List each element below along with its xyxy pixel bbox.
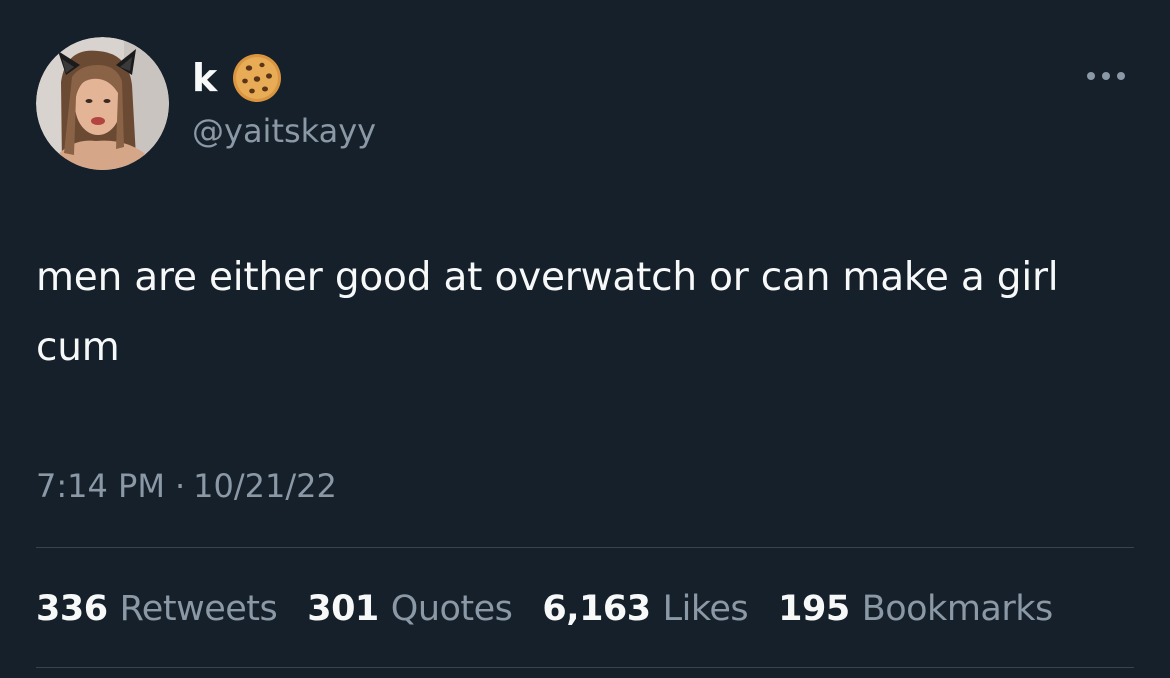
bookmarks-stat[interactable]: 195 Bookmarks xyxy=(778,584,1053,634)
profile-photo xyxy=(36,37,169,170)
bookmarks-label: Bookmarks xyxy=(861,589,1054,629)
quotes-count: 301 xyxy=(307,589,379,629)
retweets-stat[interactable]: 336 Retweets xyxy=(36,584,278,634)
more-horizontal-icon xyxy=(1087,72,1125,80)
bookmarks-count: 195 xyxy=(778,589,850,629)
timestamp-separator: · xyxy=(174,467,186,505)
cookie-emoji xyxy=(233,54,282,102)
quotes-stat[interactable]: 301 Quotes xyxy=(307,584,513,634)
likes-count: 6,163 xyxy=(542,589,651,629)
more-options-button[interactable] xyxy=(1081,60,1131,92)
display-name[interactable]: k xyxy=(192,54,283,102)
divider-bottom xyxy=(36,667,1134,668)
user-handle[interactable]: @yaitskayy xyxy=(192,108,376,154)
display-name-text: k xyxy=(192,56,218,100)
engagement-stats: 336 Retweets 301 Quotes 6,163 Likes 195 … xyxy=(36,584,1053,634)
quotes-label: Quotes xyxy=(390,589,513,629)
avatar[interactable] xyxy=(36,37,169,170)
divider-top xyxy=(36,547,1134,548)
tweet-date-link[interactable]: 10/21/22 xyxy=(193,463,337,509)
retweets-label: Retweets xyxy=(119,589,278,629)
likes-label: Likes xyxy=(662,589,749,629)
tweet-text: men are either good at overwatch or can … xyxy=(36,255,1059,370)
likes-stat[interactable]: 6,163 Likes xyxy=(542,584,748,634)
retweets-count: 336 xyxy=(36,589,108,629)
tweet-time-link[interactable]: 7:14 PM xyxy=(36,463,165,509)
tweet-timestamp: 7:14 PM · 10/21/22 xyxy=(36,463,337,509)
